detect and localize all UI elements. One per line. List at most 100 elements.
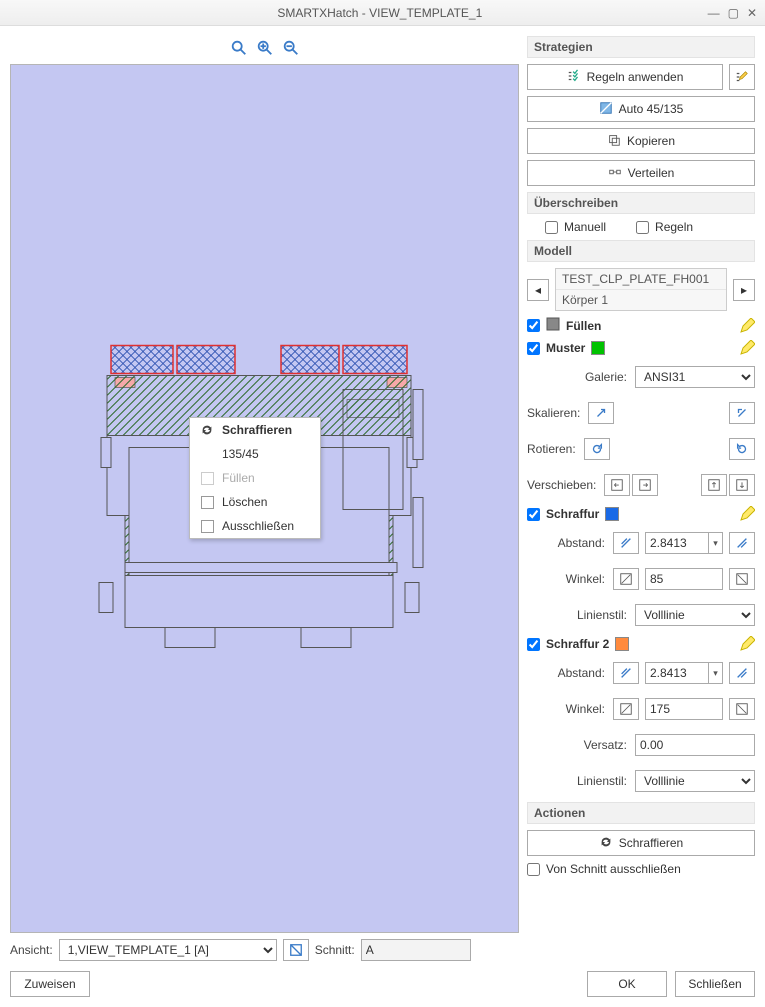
maximize-button[interactable]: ▢	[728, 6, 739, 20]
hatch1-checkbox[interactable]: Schraffur	[527, 507, 619, 521]
hatch2-angle-pick-button[interactable]	[613, 698, 639, 720]
zoom-toolbar	[10, 36, 519, 60]
refresh-icon	[200, 423, 214, 437]
shift-up-button[interactable]	[701, 474, 727, 496]
edit-pencil-icon[interactable]	[739, 318, 755, 334]
zoom-fit-icon[interactable]	[230, 39, 248, 57]
window-title: SMARTXHatch - VIEW_TEMPLATE_1	[60, 6, 700, 20]
distribute-icon	[608, 165, 622, 182]
hatch1-dist-label: Abstand:	[558, 536, 605, 550]
hatch1-dist-increase-button[interactable]	[729, 532, 755, 554]
hatch1-angle-flip-button[interactable]	[729, 568, 755, 590]
hatch1-color-swatch[interactable]	[605, 507, 619, 521]
ctx-exclude-label: Ausschließen	[222, 519, 294, 533]
ctx-swap-angle[interactable]: 135/45	[190, 442, 320, 466]
section-field	[361, 939, 471, 961]
hatch2-dist-input[interactable]	[645, 662, 709, 684]
rotate-cw-button[interactable]	[729, 438, 755, 460]
section-label: Schnitt:	[315, 943, 355, 957]
distribute-button[interactable]: Verteilen	[527, 160, 755, 186]
zoom-in-icon[interactable]	[256, 39, 274, 57]
pattern-color-swatch[interactable]	[591, 341, 605, 355]
hatch2-dist-label: Abstand:	[558, 666, 605, 680]
ctx-hatch-label: Schraffieren	[222, 423, 292, 437]
scale-up-button[interactable]	[729, 402, 755, 424]
strategies-header: Strategien	[527, 36, 755, 58]
hatch2-style-label: Linienstil:	[577, 774, 627, 788]
model-prev-button[interactable]: ◂	[527, 279, 549, 301]
hatch1-dist-dropdown[interactable]	[709, 532, 723, 554]
auto-angle-icon	[599, 101, 613, 118]
assign-button[interactable]: Zuweisen	[10, 971, 90, 997]
hatch1-dist-decrease-button[interactable]	[613, 532, 639, 554]
shift-right-button[interactable]	[632, 474, 658, 496]
hatch2-angle-input[interactable]	[645, 698, 723, 720]
edit-pencil-icon[interactable]	[739, 636, 755, 652]
edit-rules-button[interactable]	[729, 64, 755, 90]
hatch1-angle-input[interactable]	[645, 568, 723, 590]
gallery-select[interactable]: ANSI31	[635, 366, 755, 388]
model-body: Körper 1	[556, 290, 726, 310]
minimize-button[interactable]: —	[708, 6, 720, 20]
apply-rules-button[interactable]: Regeln anwenden	[527, 64, 723, 90]
scale-label: Skalieren:	[527, 406, 580, 420]
title-bar: SMARTXHatch - VIEW_TEMPLATE_1 — ▢ ✕	[0, 0, 765, 26]
hatch2-checkbox[interactable]: Schraffur 2	[527, 637, 629, 651]
shift-down-button[interactable]	[729, 474, 755, 496]
override-header: Überschreiben	[527, 192, 755, 214]
checklist-icon	[567, 69, 581, 86]
override-rules-checkbox[interactable]: Regeln	[636, 220, 693, 234]
scale-down-button[interactable]	[588, 402, 614, 424]
fill-icon	[546, 317, 560, 334]
hatch1-angle-pick-button[interactable]	[613, 568, 639, 590]
edit-pencil-icon[interactable]	[739, 340, 755, 356]
ctx-swap-label: 135/45	[222, 447, 259, 461]
gallery-label: Galerie:	[585, 370, 627, 384]
hatch2-angle-flip-button[interactable]	[729, 698, 755, 720]
hatch2-dist-increase-button[interactable]	[729, 662, 755, 684]
hatch2-color-swatch[interactable]	[615, 637, 629, 651]
hatch2-offset-input[interactable]	[635, 734, 755, 756]
hatch2-dist-dropdown[interactable]	[709, 662, 723, 684]
copy-icon	[607, 133, 621, 150]
rotate-ccw-button[interactable]	[584, 438, 610, 460]
view-label: Ansicht:	[10, 943, 53, 957]
fill-checkbox[interactable]: Füllen	[527, 317, 601, 334]
ctx-fill-label: Füllen	[222, 471, 255, 485]
close-button[interactable]: ✕	[747, 6, 757, 20]
context-menu: Schraffieren 135/45 Füllen Löschen	[189, 417, 321, 539]
copy-button[interactable]: Kopieren	[527, 128, 755, 154]
zoom-out-icon[interactable]	[282, 39, 300, 57]
hatch2-dist-decrease-button[interactable]	[613, 662, 639, 684]
model-next-button[interactable]: ▸	[733, 279, 755, 301]
hatch1-style-select[interactable]: Volllinie	[635, 604, 755, 626]
ctx-fill[interactable]: Füllen	[190, 466, 320, 490]
auto-45-135-button[interactable]: Auto 45/135	[527, 96, 755, 122]
shift-label: Verschieben:	[527, 478, 596, 492]
ctx-hatch[interactable]: Schraffieren	[190, 418, 320, 442]
view-invalidate-button[interactable]	[283, 939, 309, 961]
edit-pencil-icon[interactable]	[739, 506, 755, 522]
hatch2-style-select[interactable]: Volllinie	[635, 770, 755, 792]
model-info: TEST_CLP_PLATE_FH001 Körper 1	[555, 268, 727, 311]
ctx-delete[interactable]: Löschen	[190, 490, 320, 514]
pattern-checkbox[interactable]: Muster	[527, 341, 605, 355]
model-name: TEST_CLP_PLATE_FH001	[556, 269, 726, 290]
window-controls: — ▢ ✕	[700, 6, 765, 20]
view-select[interactable]: 1,VIEW_TEMPLATE_1 [A]	[59, 939, 277, 961]
ctx-exclude[interactable]: Ausschließen	[190, 514, 320, 538]
do-hatch-button[interactable]: Schraffieren	[527, 830, 755, 856]
drawing-canvas[interactable]: Schraffieren 135/45 Füllen Löschen	[10, 64, 519, 933]
hatch1-dist-input[interactable]	[645, 532, 709, 554]
close-dialog-button[interactable]: Schließen	[675, 971, 755, 997]
shift-left-button[interactable]	[604, 474, 630, 496]
hatch2-offset-label: Versatz:	[584, 738, 627, 752]
model-header: Modell	[527, 240, 755, 262]
ctx-delete-label: Löschen	[222, 495, 267, 509]
hatch1-angle-label: Winkel:	[566, 572, 605, 586]
override-manual-checkbox[interactable]: Manuell	[545, 220, 606, 234]
hatch2-angle-label: Winkel:	[566, 702, 605, 716]
rotate-label: Rotieren:	[527, 442, 576, 456]
exclude-from-section-checkbox[interactable]: Von Schnitt ausschließen	[527, 862, 755, 876]
ok-button[interactable]: OK	[587, 971, 667, 997]
